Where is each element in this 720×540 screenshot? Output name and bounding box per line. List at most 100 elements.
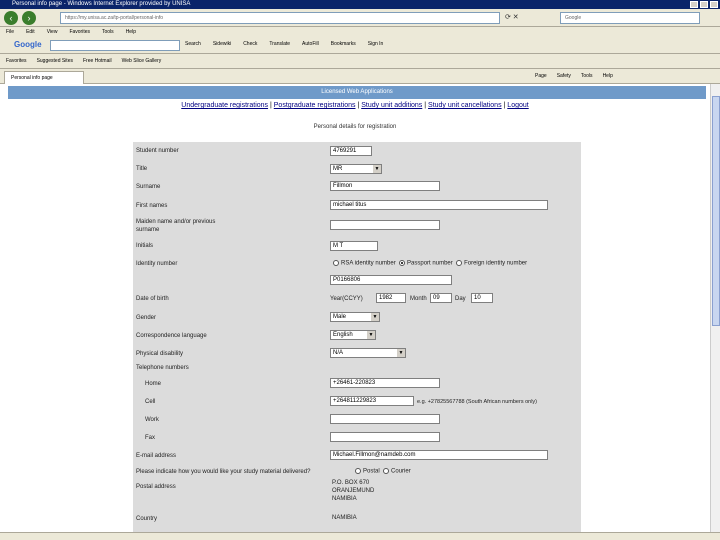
favorites-button[interactable]: Favorites — [6, 58, 27, 64]
forward-icon[interactable]: › — [22, 11, 36, 25]
title-value: MR — [333, 166, 343, 172]
menu-help[interactable]: Help — [126, 27, 136, 37]
url-input[interactable]: https://my.unisa.ac.za/tp-portal/persona… — [60, 12, 500, 24]
fav-suggested-sites[interactable]: Suggested Sites — [37, 58, 73, 64]
link-postgraduate[interactable]: Postgraduate registrations — [274, 102, 356, 109]
nav-links: Undergraduate registrations | Postgradua… — [181, 102, 529, 109]
maximize-button[interactable] — [700, 1, 708, 8]
link-cancellations[interactable]: Study unit cancellations — [428, 102, 502, 109]
dob-label: Date of birth — [136, 296, 169, 302]
disability-select[interactable]: N/A ▼ — [330, 348, 406, 358]
cell-phone-field[interactable]: +264811229823 — [330, 396, 414, 406]
toolbar-autofill[interactable]: AutoFill — [302, 41, 319, 47]
first-names-field[interactable]: michael titus — [330, 200, 548, 210]
status-bar — [0, 532, 720, 540]
back-icon[interactable]: ‹ — [4, 11, 18, 25]
postal-line-1: P.O. BOX 670 — [332, 480, 370, 486]
surname-label: Surname — [136, 184, 161, 190]
minimize-button[interactable] — [690, 1, 698, 8]
toolbar-signin[interactable]: Sign In — [368, 41, 384, 47]
toolbar-translate[interactable]: Translate — [269, 41, 290, 47]
page-banner: Licensed Web Applications — [8, 86, 706, 99]
fax-field[interactable] — [330, 432, 440, 442]
menu-edit[interactable]: Edit — [26, 27, 35, 37]
title-select[interactable]: MR ▼ — [330, 164, 382, 174]
work-phone-field[interactable] — [330, 414, 440, 424]
toolbar-search[interactable]: Search — [185, 41, 201, 47]
menu-tools[interactable]: Tools — [102, 27, 114, 37]
menu-favorites[interactable]: Favorites — [69, 27, 90, 37]
link-additions[interactable]: Study unit additions — [361, 102, 422, 109]
home-phone-field[interactable]: +26461-220823 — [330, 378, 440, 388]
fav-web-slice[interactable]: Web Slice Gallery — [122, 58, 162, 64]
google-search-input[interactable] — [50, 40, 180, 51]
cell-phone-label: Cell — [145, 399, 156, 405]
chevron-down-icon: ▼ — [371, 313, 379, 321]
link-undergraduate[interactable]: Undergraduate registrations — [181, 102, 268, 109]
postal-line-3: NAMIBIA — [332, 496, 357, 502]
email-label: E-mail address — [136, 453, 177, 459]
dob-year-field[interactable]: 1982 — [376, 293, 406, 303]
radio-postal[interactable] — [355, 468, 361, 474]
chevron-down-icon: ▼ — [397, 349, 405, 357]
refresh-stop-icons[interactable]: ⟳ ✕ — [505, 13, 519, 21]
delivery-options: Postal Courier — [355, 468, 411, 475]
tab-bar: Personal info page Page Safety Tools Hel… — [0, 69, 720, 84]
cmd-tools[interactable]: Tools — [581, 73, 593, 79]
option-rsa-id: RSA identity number — [341, 260, 396, 267]
scrollbar-thumb[interactable] — [712, 96, 720, 326]
page-content: Licensed Web Applications Undergraduate … — [0, 84, 710, 532]
surname-field[interactable]: Fillmon — [330, 181, 440, 191]
cell-phone-hint: e.g. +27825567788 (South African numbers… — [417, 399, 538, 405]
vertical-scrollbar[interactable] — [710, 84, 720, 532]
browser-search-input[interactable]: Google — [560, 12, 700, 24]
maiden-name-field[interactable] — [330, 220, 440, 230]
home-phone-label: Home — [145, 381, 162, 387]
telephone-label: Telephone numbers — [136, 365, 189, 371]
dob-month-label: Month — [410, 296, 427, 302]
dob-day-field[interactable]: 10 — [471, 293, 493, 303]
initials-field[interactable]: M T — [330, 241, 378, 251]
address-bar: ‹ › https://my.unisa.ac.za/tp-portal/per… — [0, 9, 720, 27]
toolbar-sidewiki[interactable]: Sidewiki — [213, 41, 231, 47]
cmd-safety[interactable]: Safety — [557, 73, 571, 79]
option-passport: Passport number — [407, 260, 453, 267]
favorites-bar: Favorites Suggested Sites Free Hotmail W… — [0, 54, 720, 69]
gender-value: Male — [333, 314, 347, 320]
email-field[interactable]: Michael.Fillmon@namdeb.com — [330, 450, 548, 460]
radio-courier[interactable] — [383, 468, 390, 474]
identity-label: Identity number — [136, 261, 178, 267]
cmd-help[interactable]: Help — [603, 73, 613, 79]
student-number-field[interactable]: 4769291 — [330, 146, 372, 156]
dob-day-label: Day — [455, 296, 466, 302]
radio-passport[interactable] — [399, 260, 406, 266]
page-subtitle: Personal details for registration — [313, 124, 397, 130]
postal-line-2: ORANJEMUND — [332, 488, 375, 494]
dob-month-field[interactable]: 09 — [430, 293, 452, 303]
option-postal: Postal — [363, 468, 380, 475]
identity-number-field[interactable]: P0166806 — [330, 275, 452, 285]
gender-label: Gender — [136, 315, 157, 321]
fav-hotmail[interactable]: Free Hotmail — [83, 58, 112, 64]
identity-options: RSA identity number Passport number Fore… — [333, 260, 527, 267]
toolbar-check[interactable]: Check — [243, 41, 257, 47]
postal-address-label: Postal address — [136, 484, 176, 490]
cmd-page[interactable]: Page — [535, 73, 547, 79]
radio-foreign-id[interactable] — [456, 260, 463, 266]
tab-personal-info[interactable]: Personal info page — [4, 71, 84, 84]
language-select[interactable]: English ▼ — [330, 330, 376, 340]
registration-form: Student number 4769291 Title MR ▼ Surnam… — [133, 142, 581, 532]
link-logout[interactable]: Logout — [507, 102, 528, 109]
language-value: English — [333, 332, 353, 338]
menu-view[interactable]: View — [47, 27, 58, 37]
window-title: Personal info page - Windows Internet Ex… — [12, 1, 191, 7]
window-title-bar: Personal info page - Windows Internet Ex… — [0, 0, 720, 9]
radio-rsa-id[interactable] — [333, 260, 339, 266]
country-label: Country — [136, 516, 158, 522]
country-value: NAMIBIA — [332, 515, 357, 521]
close-window-button[interactable] — [710, 1, 718, 8]
toolbar-bookmarks[interactable]: Bookmarks — [331, 41, 356, 47]
menu-file[interactable]: File — [6, 27, 14, 37]
initials-label: Initials — [136, 243, 154, 249]
gender-select[interactable]: Male ▼ — [330, 312, 380, 322]
